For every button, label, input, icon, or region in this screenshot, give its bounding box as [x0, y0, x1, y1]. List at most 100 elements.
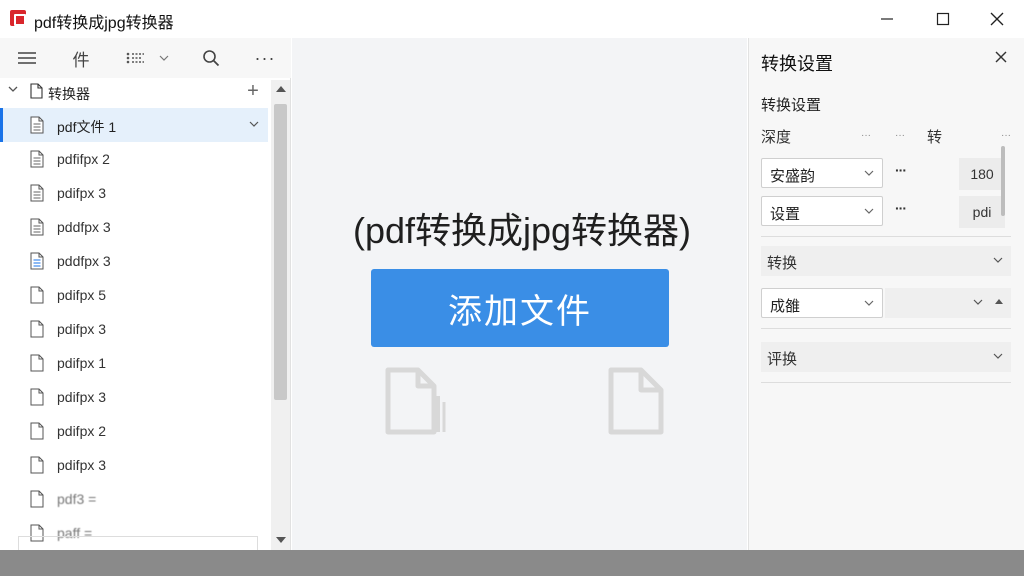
- convert-section-toggle[interactable]: 转换: [761, 246, 1011, 276]
- file-list-item-label: pdifpx 2: [57, 423, 107, 439]
- add-item-button[interactable]: +: [244, 80, 262, 103]
- search-icon: [203, 50, 220, 67]
- document-icon: [30, 456, 44, 474]
- chevron-up-icon[interactable]: [995, 296, 1003, 306]
- document-button[interactable]: 件: [64, 38, 98, 78]
- file-list-item-label: pdifpx 3: [57, 185, 107, 201]
- document-icon: [30, 116, 44, 134]
- close-button[interactable]: [972, 0, 1022, 38]
- settings-select[interactable]: 设置: [761, 196, 883, 226]
- column-b-label: ···: [861, 130, 871, 141]
- maximize-button[interactable]: [918, 0, 968, 38]
- document-icon: [30, 83, 43, 99]
- add-file-button[interactable]: 添加文件: [371, 269, 669, 347]
- convert-section-label: 转换: [767, 255, 798, 272]
- resolution-value[interactable]: 180: [959, 158, 1005, 190]
- format-value[interactable]: pdi: [959, 196, 1005, 228]
- file-list-item[interactable]: pddfpx 3: [0, 210, 268, 244]
- chevron-down-icon[interactable]: [249, 118, 259, 130]
- scrollbar-thumb[interactable]: [274, 104, 287, 400]
- file-list-item[interactable]: pdifpx 2: [0, 414, 268, 448]
- filter-dropdown-button[interactable]: [152, 38, 176, 78]
- file-list-item-label: pdifpx 3: [57, 457, 107, 473]
- document-icon: [30, 184, 44, 202]
- document-icon: [30, 388, 44, 406]
- jpg-file-icon: [607, 366, 667, 438]
- document-icon: [30, 354, 44, 372]
- file-list-item-label: pdifpx 3: [57, 389, 107, 405]
- sidebar-scrollbar[interactable]: [271, 80, 290, 550]
- chevron-down-icon: [864, 205, 874, 217]
- file-list-item-label: pdifpx 3: [57, 321, 107, 337]
- tree-root-label: 转换器: [48, 86, 90, 102]
- sidebar-footer: [18, 536, 258, 550]
- list-view-button[interactable]: [10, 38, 44, 78]
- standard-value-field[interactable]: [885, 288, 1011, 318]
- maximize-icon: [936, 12, 950, 26]
- file-list-item[interactable]: pdifpx 1: [0, 346, 268, 380]
- options-dots-button[interactable]: ···: [895, 200, 907, 216]
- settings-section-label: 转换设置: [761, 97, 822, 114]
- minimize-icon: [881, 18, 893, 20]
- title-bar: pdf转换成jpg转换器: [0, 0, 1024, 38]
- list-icon: [18, 52, 36, 64]
- chevron-down-icon[interactable]: [8, 84, 18, 96]
- file-list-item[interactable]: pdifpx 3: [0, 176, 268, 210]
- search-button[interactable]: [196, 38, 226, 78]
- depth-select-value: 安盛韵: [770, 168, 816, 185]
- file-list-item[interactable]: pdfifpx 2: [0, 142, 268, 176]
- sidebar-toolbar: 件 ···: [0, 38, 291, 78]
- column-e-label: ···: [1001, 130, 1011, 141]
- evaluate-section-label: 评换: [767, 351, 798, 368]
- divider: [761, 328, 1011, 329]
- file-sidebar: 件 ··· 转换器 + pdf文件 1 pdfifpx 2 pdifpx 3 pddf…: [0, 38, 291, 550]
- evaluate-section-toggle[interactable]: 评换: [761, 342, 1011, 372]
- file-list-item[interactable]: pdifpx 3: [0, 448, 268, 482]
- file-list-item-label: pddfpx 3: [57, 253, 111, 269]
- window-title: pdf转换成jpg转换器: [34, 15, 174, 32]
- chevron-down-icon: [864, 167, 874, 179]
- column-c-label: ···: [895, 130, 905, 141]
- file-list-item[interactable]: pdf3 =: [0, 482, 268, 516]
- file-list-item[interactable]: pdifpx 5: [0, 278, 268, 312]
- close-icon: [995, 51, 1007, 63]
- scroll-down-icon[interactable]: [271, 535, 290, 546]
- scroll-up-icon[interactable]: [271, 84, 290, 95]
- file-list-item[interactable]: pdifpx 3: [0, 312, 268, 346]
- tree-root-item[interactable]: 转换器 +: [0, 80, 270, 104]
- settings-scrollbar[interactable]: [1001, 146, 1005, 216]
- file-list-item-label: pdf3 =: [57, 491, 97, 507]
- file-list-item[interactable]: pddfpx 3: [0, 244, 268, 278]
- taskbar-strip: [0, 550, 1024, 576]
- settings-close-button[interactable]: [991, 48, 1011, 68]
- close-icon: [990, 12, 1004, 26]
- main-content: (pdf转换成jpg转换器) 添加文件: [292, 38, 747, 550]
- filter-button[interactable]: [120, 38, 150, 78]
- file-list-item[interactable]: pdifpx 3: [0, 380, 268, 414]
- standard-select-value: 成雒: [770, 298, 801, 315]
- settings-panel-title: 转换设置: [761, 54, 833, 74]
- app-logo-icon: [10, 10, 26, 26]
- file-list-item[interactable]: pdf文件 1: [0, 108, 268, 142]
- more-options-button[interactable]: ···: [248, 38, 282, 78]
- file-list: pdf文件 1 pdfifpx 2 pdifpx 3 pddfpx 3 pddfpx 3…: [0, 108, 270, 548]
- page-title: (pdf转换成jpg转换器): [352, 210, 692, 251]
- document-icon: [30, 150, 44, 168]
- filter-icon: [126, 52, 144, 64]
- depth-select[interactable]: 安盛韵: [761, 158, 883, 188]
- document-icon: [30, 252, 44, 270]
- pdf-file-icon: [384, 366, 448, 438]
- divider: [761, 236, 1011, 237]
- file-list-item-label: pddfpx 3: [57, 219, 111, 235]
- document-icon: [30, 320, 44, 338]
- standard-select[interactable]: 成雒: [761, 288, 883, 318]
- document-icon: [30, 218, 44, 236]
- document-icon: [30, 490, 44, 508]
- minimize-button[interactable]: [862, 0, 912, 38]
- settings-select-value: 设置: [770, 206, 801, 223]
- chevron-down-icon: [993, 254, 1003, 266]
- file-list-item-label: pdifpx 1: [57, 355, 107, 371]
- chevron-down-icon: [864, 297, 874, 309]
- options-dots-button[interactable]: ···: [895, 162, 907, 178]
- chevron-down-icon: [159, 55, 169, 61]
